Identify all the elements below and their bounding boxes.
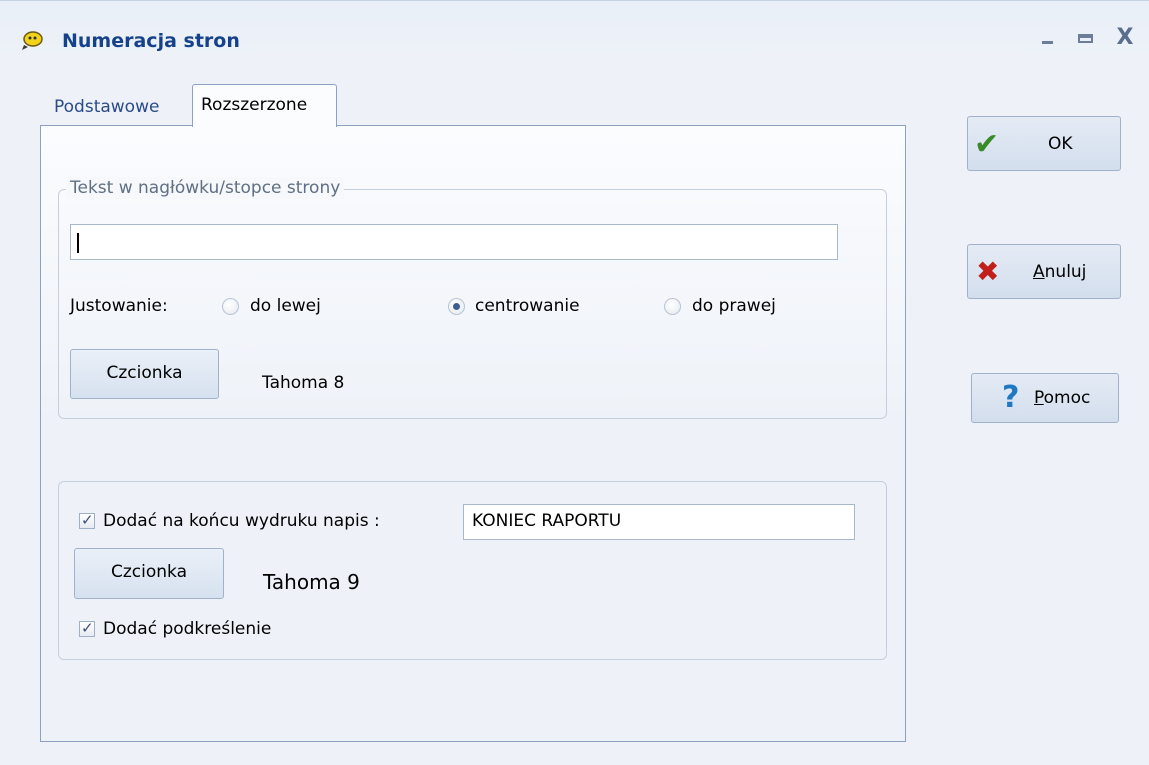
minimize-icon bbox=[1042, 41, 1053, 44]
app-icon bbox=[22, 31, 43, 50]
text-caret bbox=[77, 233, 79, 253]
radio-left-label[interactable]: do lewej bbox=[250, 295, 321, 317]
radio-center-label[interactable]: centrowanie bbox=[475, 295, 580, 317]
title-bar: Numeracja stron X bbox=[0, 1, 1149, 52]
x-icon: ✖ bbox=[976, 255, 1000, 288]
minimize-button[interactable] bbox=[1035, 25, 1061, 51]
question-icon: ? bbox=[1002, 380, 1020, 415]
window-title: Numeracja stron bbox=[62, 30, 240, 52]
end-font-value: Tahoma 9 bbox=[263, 570, 360, 594]
dialog-window: Numeracja stron X Podstawowe Rozszerzone… bbox=[0, 0, 1149, 765]
underline-checkbox[interactable] bbox=[79, 619, 95, 637]
header-footer-group-title: Tekst w nagłówku/stopce strony bbox=[66, 177, 345, 199]
radio-center[interactable] bbox=[448, 298, 465, 315]
underline-label[interactable]: Dodać podkreślenie bbox=[103, 618, 271, 640]
ok-button[interactable]: ✔ OK bbox=[967, 116, 1121, 171]
maximize-button[interactable] bbox=[1073, 25, 1099, 51]
tab-rozszerzone[interactable]: Rozszerzone bbox=[192, 84, 337, 127]
cancel-button[interactable]: ✖ Anuluj bbox=[967, 244, 1121, 299]
add-end-text-checkbox[interactable] bbox=[79, 511, 95, 529]
header-font-button[interactable]: Czcionka bbox=[70, 349, 219, 399]
close-button[interactable]: X bbox=[1112, 25, 1138, 51]
radio-right-label[interactable]: do prawej bbox=[692, 295, 776, 317]
cancel-button-label: Anuluj bbox=[1033, 262, 1087, 282]
header-font-value: Tahoma 8 bbox=[262, 373, 345, 393]
radio-left[interactable] bbox=[222, 298, 239, 315]
justification-label: Justowanie: bbox=[70, 296, 168, 316]
header-text-input[interactable] bbox=[70, 224, 838, 260]
tab-podstawowe[interactable]: Podstawowe bbox=[46, 90, 186, 126]
end-font-button[interactable]: Czcionka bbox=[74, 548, 224, 599]
radio-right[interactable] bbox=[664, 298, 681, 315]
help-button[interactable]: ? Pomoc bbox=[971, 373, 1119, 423]
ok-button-label: OK bbox=[1048, 134, 1073, 154]
maximize-icon bbox=[1078, 34, 1093, 43]
add-end-text-label[interactable]: Dodać na końcu wydruku napis : bbox=[103, 510, 380, 532]
help-button-label: Pomoc bbox=[1034, 388, 1091, 408]
close-icon: X bbox=[1116, 25, 1134, 50]
end-text-input[interactable]: KONIEC RAPORTU bbox=[463, 504, 855, 540]
check-icon: ✔ bbox=[974, 127, 1000, 162]
